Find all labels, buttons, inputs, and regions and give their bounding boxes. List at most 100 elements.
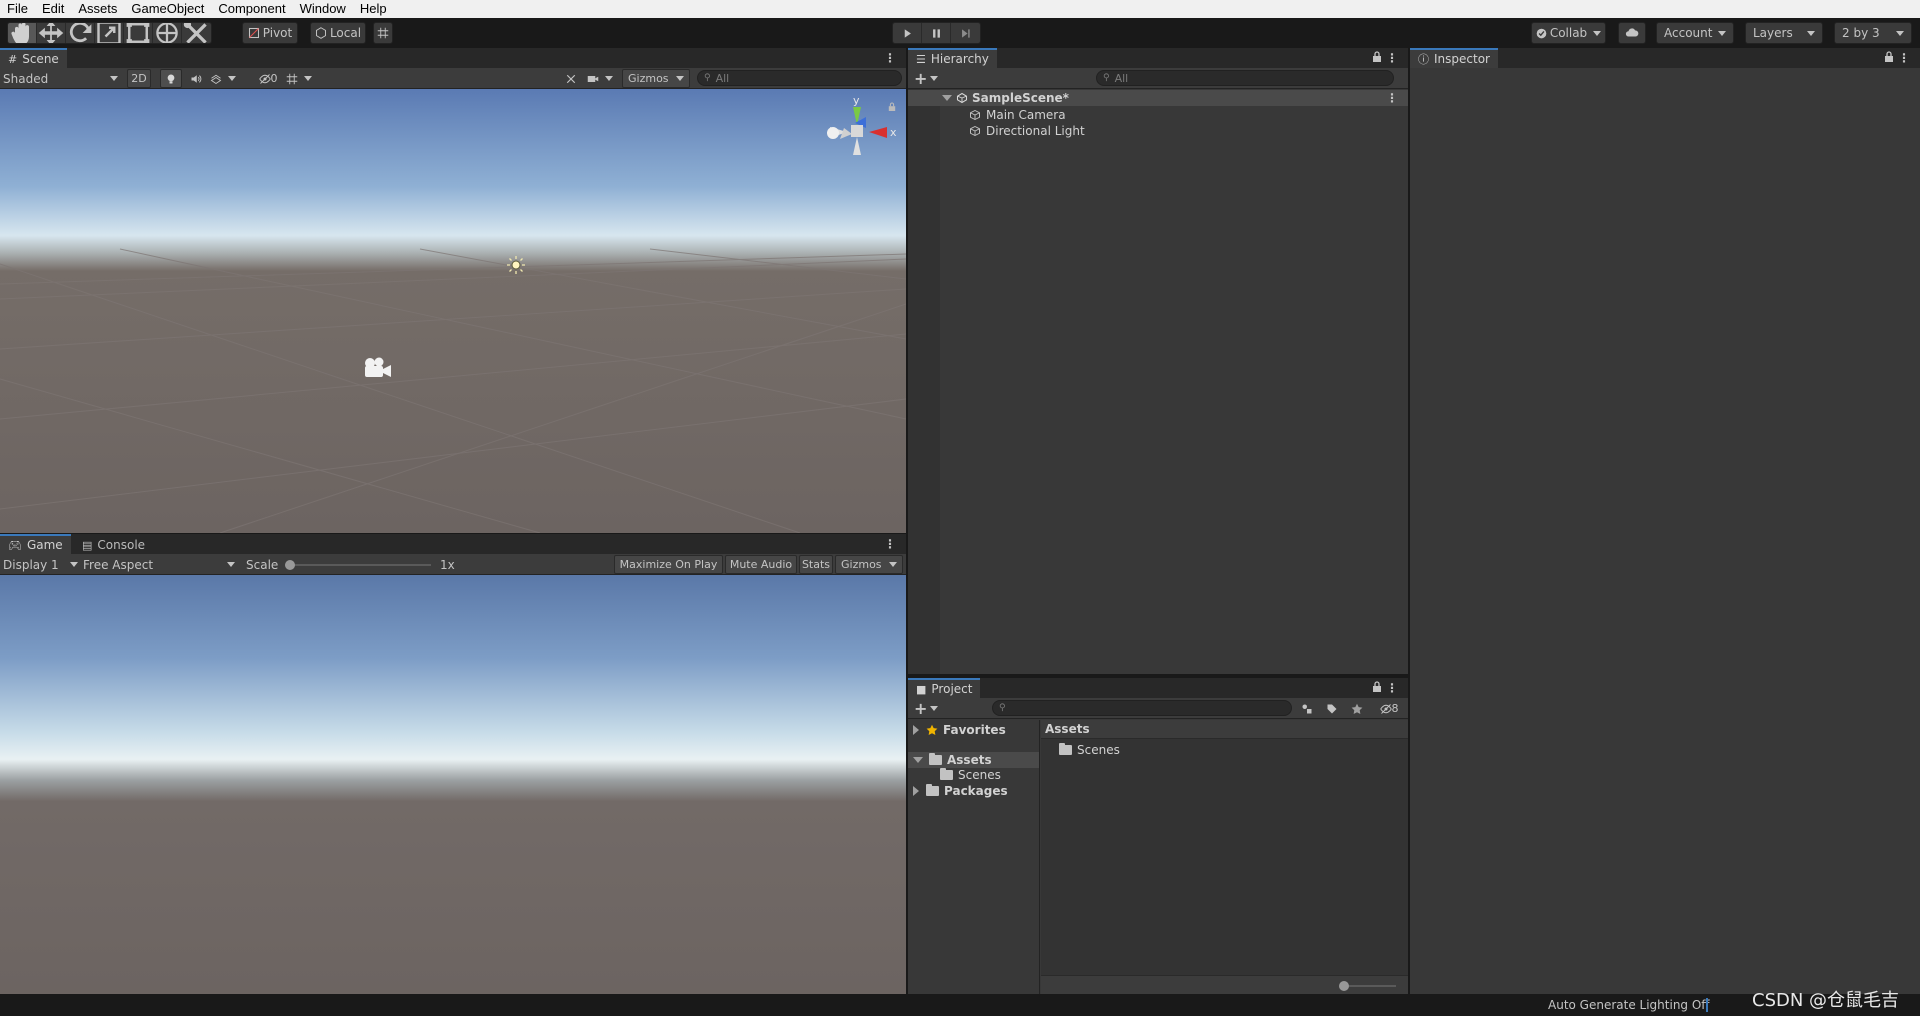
hierarchy-item[interactable]: Main Camera	[908, 107, 1408, 123]
search-icon: ⚲	[999, 703, 1006, 713]
game-viewport[interactable]	[0, 575, 906, 994]
tab-inspector[interactable]: ⓘ Inspector	[1410, 48, 1498, 68]
tab-console[interactable]: ▤ Console	[74, 534, 154, 554]
scale-tool-icon[interactable]	[95, 23, 124, 43]
rect-tool-icon[interactable]	[124, 23, 153, 43]
shading-dropdown[interactable]: Shaded	[3, 70, 118, 87]
scale-slider-thumb[interactable]	[285, 560, 295, 570]
camera-gizmo-icon[interactable]	[362, 356, 392, 380]
tree-item-packages[interactable]: Packages	[913, 783, 1008, 799]
menu-file[interactable]: File	[0, 0, 35, 18]
more-icon[interactable]: ⋮	[1898, 51, 1910, 65]
pivot-toggle[interactable]: Pivot	[242, 22, 298, 44]
tree-item-scenes[interactable]: Scenes	[940, 767, 1001, 783]
hierarchy-item-label: Main Camera	[986, 108, 1066, 122]
create-dropdown[interactable]: +	[914, 69, 939, 88]
expand-icon[interactable]	[942, 95, 952, 101]
filter-type-icon[interactable]	[1296, 699, 1318, 718]
collab-dropdown[interactable]: Collab	[1531, 22, 1606, 44]
tree-item-favorites[interactable]: Favorites	[913, 722, 1006, 738]
lighting-icon[interactable]	[160, 69, 182, 88]
filter-label-icon[interactable]	[1321, 699, 1343, 718]
layout-dropdown[interactable]: 2 by 3	[1834, 22, 1912, 44]
create-dropdown[interactable]: +	[914, 699, 939, 718]
more-icon[interactable]: ⋮	[884, 537, 896, 551]
collab-label: Collab	[1549, 26, 1588, 40]
hand-tool-icon[interactable]	[8, 23, 37, 43]
scene-gizmos-dropdown[interactable]: Gizmos	[622, 69, 690, 88]
project-tabbar: ■ Project ⋮	[908, 678, 1408, 698]
step-icon[interactable]	[951, 23, 980, 43]
lock-icon[interactable]	[888, 102, 896, 112]
hierarchy-search-input[interactable]: ⚲ All	[1096, 70, 1394, 86]
hierarchy-scene-row[interactable]: SampleScene* ⋮	[908, 90, 1408, 106]
expand-icon[interactable]	[913, 725, 919, 735]
local-label: Local	[329, 26, 362, 40]
local-toggle[interactable]: Local	[310, 22, 366, 44]
scale-slider[interactable]	[285, 560, 431, 570]
expand-icon[interactable]	[913, 786, 919, 796]
more-icon[interactable]: ⋮	[884, 51, 896, 65]
tab-hierarchy[interactable]: ☰ Hierarchy	[908, 48, 997, 68]
grid-snap-icon[interactable]	[373, 22, 393, 44]
camera-dropdown[interactable]	[587, 69, 619, 88]
orientation-gizmo[interactable]: y x	[822, 92, 904, 192]
aspect-dropdown[interactable]: Free Aspect	[83, 556, 235, 573]
mute-audio-toggle[interactable]: Mute Audio	[725, 555, 797, 574]
tools-icon[interactable]	[560, 69, 582, 88]
breadcrumb[interactable]: Assets	[1045, 722, 1090, 736]
lock-icon[interactable]	[1372, 681, 1382, 693]
hidden-objects-toggle[interactable]: 0	[253, 69, 283, 88]
rotate-tool-icon[interactable]	[66, 23, 95, 43]
account-dropdown[interactable]: Account	[1656, 22, 1734, 44]
audio-icon[interactable]	[185, 69, 207, 88]
chevron-down-icon	[889, 562, 897, 567]
more-icon[interactable]: ⋮	[1386, 91, 1398, 105]
effects-dropdown[interactable]	[210, 69, 246, 88]
hidden-packages-toggle[interactable]: 8	[1374, 699, 1404, 718]
layout-label: 2 by 3	[1842, 26, 1880, 40]
scene-search-input[interactable]: ⚲ All	[697, 70, 902, 86]
icon-size-slider[interactable]	[1339, 981, 1396, 991]
menu-edit[interactable]: Edit	[35, 0, 71, 18]
play-icon[interactable]	[893, 23, 922, 43]
game-gizmos-dropdown[interactable]: Gizmos	[835, 555, 903, 574]
menu-help[interactable]: Help	[353, 0, 394, 18]
menu-assets[interactable]: Assets	[71, 0, 124, 18]
cloud-icon[interactable]	[1618, 22, 1646, 44]
move-tool-icon[interactable]	[37, 23, 66, 43]
grid-dropdown[interactable]	[286, 69, 326, 88]
tree-item-assets[interactable]: Assets	[908, 752, 1039, 768]
custom-tool-icon[interactable]	[182, 23, 211, 43]
lock-icon[interactable]	[1372, 51, 1382, 63]
icon-size-slider-thumb[interactable]	[1339, 981, 1349, 991]
scene-name: SampleScene*	[972, 91, 1069, 105]
maximize-on-play-toggle[interactable]: Maximize On Play	[614, 555, 723, 574]
more-icon[interactable]: ⋮	[1386, 681, 1398, 695]
toggle-2d-button[interactable]: 2D	[127, 69, 151, 88]
stats-toggle[interactable]: Stats	[799, 555, 833, 574]
gizmo-y-label: y	[853, 94, 860, 107]
tab-project[interactable]: ■ Project	[908, 678, 981, 698]
menu-gameobject[interactable]: GameObject	[124, 0, 211, 18]
lighting-status[interactable]: Auto Generate Lighting Off	[1548, 998, 1710, 1012]
tab-game[interactable]: 🎮︎ Game	[0, 534, 71, 554]
tab-scene[interactable]: # Scene	[0, 48, 67, 68]
inspector-panel: ⓘ Inspector ⋮	[1410, 48, 1920, 994]
light-icon[interactable]	[506, 255, 526, 275]
hierarchy-item[interactable]: Directional Light	[908, 123, 1408, 139]
menu-component[interactable]: Component	[211, 0, 292, 18]
pause-icon[interactable]	[922, 23, 951, 43]
display-dropdown[interactable]: Display 1	[3, 556, 78, 573]
lock-icon[interactable]	[1884, 51, 1894, 63]
folder-item[interactable]: Scenes	[1059, 742, 1120, 758]
project-content: Assets Scenes	[1041, 720, 1408, 994]
scene-viewport[interactable]: y x	[0, 89, 906, 533]
more-icon[interactable]: ⋮	[1386, 51, 1398, 65]
star-icon[interactable]	[1346, 699, 1368, 718]
menu-window[interactable]: Window	[293, 0, 353, 18]
expand-icon[interactable]	[913, 757, 923, 763]
transform-tool-icon[interactable]	[153, 23, 182, 43]
project-search-input[interactable]: ⚲	[992, 700, 1292, 716]
layers-dropdown[interactable]: Layers	[1745, 22, 1823, 44]
